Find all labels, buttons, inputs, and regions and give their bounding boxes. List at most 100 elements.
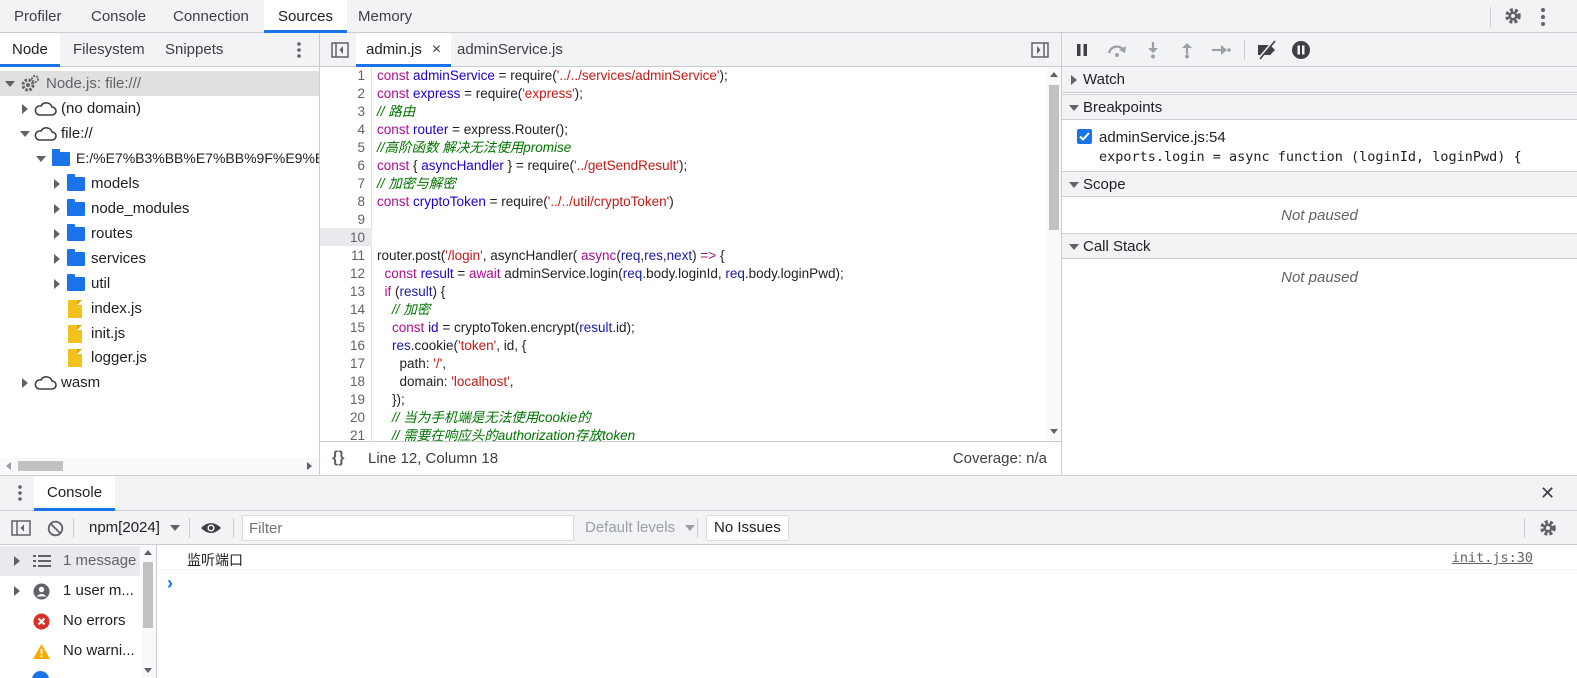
code-line[interactable]: const adminService = require('../../serv… [377,67,728,85]
scroll-right-icon[interactable] [307,462,312,470]
sidebar-item-errors[interactable]: No errors [0,606,140,636]
tab-snippets[interactable]: Snippets [153,33,235,67]
tab-sources[interactable]: Sources [264,0,348,33]
line-number[interactable]: 12 [350,265,365,283]
code-line[interactable]: const { asyncHandler } = require('../get… [377,157,687,175]
code-line[interactable]: const router = express.Router(); [377,121,568,139]
toggle-debugger-icon[interactable] [1031,42,1049,58]
step-into-icon[interactable] [1146,41,1160,59]
scroll-down-icon[interactable] [1050,429,1058,434]
console-output[interactable]: 监听端口 init.js:30 › [157,545,1577,678]
context-selector[interactable]: npm[2024] [89,519,181,536]
line-number[interactable]: 13 [350,283,365,301]
line-number[interactable]: 11 [351,247,365,265]
code-line[interactable]: const cryptoToken = require('../../util/… [377,193,674,211]
line-number[interactable]: 21 [350,427,365,441]
tab-filesystem[interactable]: Filesystem [61,33,157,67]
console-settings-gear-icon[interactable] [1538,518,1558,538]
scroll-up-icon[interactable] [144,550,152,555]
console-message-source-link[interactable]: init.js:30 [1452,550,1533,566]
editor-vertical-scrollbar[interactable] [1047,67,1061,441]
tree-item-index-js[interactable]: index.js [0,296,319,321]
line-number[interactable]: 5 [357,139,365,157]
tree-item-node-root[interactable]: Node.js: file:/// [0,71,319,96]
tab-admin-service-js[interactable]: adminService.js [457,33,563,67]
watch-section-header[interactable]: Watch [1062,67,1577,93]
line-number[interactable]: 3 [357,103,365,121]
breakpoints-section-header[interactable]: Breakpoints [1062,94,1577,120]
tree-item-util[interactable]: util [0,271,319,296]
scrollbar-thumb[interactable] [1049,85,1059,230]
tab-node[interactable]: Node [0,33,60,67]
scrollbar-thumb[interactable] [18,461,63,471]
console-message[interactable]: 监听端口 init.js:30 [157,545,1577,570]
code-area[interactable]: 1 2 3 4 5 6 7 8 9 10 11 12 13 14 15 16 17 18 19 20 21 const … [320,67,1047,441]
console-sidebar-scrollbar[interactable] [141,545,156,678]
code-line[interactable]: domain: 'localhost', [377,373,514,391]
tab-memory[interactable]: Memory [344,0,426,33]
toggle-sidebar-icon[interactable] [11,520,31,536]
tree-item-project-folder[interactable]: E:/%E7%B3%BB%E7%BB%9F%E9%BB [0,146,319,171]
line-number[interactable]: 8 [357,193,365,211]
sidebar-item-messages[interactable]: 1 message [0,546,140,576]
scrollbar-thumb[interactable] [143,562,153,628]
pretty-print-icon[interactable]: {} [332,449,344,467]
code-line[interactable]: const result = await adminService.login(… [377,265,844,283]
tree-item-file-scheme[interactable]: file:// [0,121,319,146]
tree-item-logger-js[interactable]: logger.js [0,345,319,370]
code-line[interactable]: res.cookie('token', id, { [377,337,526,355]
line-number[interactable]: 9 [357,211,365,229]
settings-gear-icon[interactable] [1503,6,1523,26]
line-number[interactable]: 4 [357,121,365,139]
drawer-menu-icon[interactable] [17,484,23,502]
line-number[interactable]: 19 [350,391,365,409]
call-stack-section-header[interactable]: Call Stack [1062,233,1577,259]
tree-item-models[interactable]: models [0,171,319,196]
code-line[interactable]: // 加密 [377,301,430,319]
issues-button[interactable]: No Issues [706,515,789,541]
toggle-navigator-icon[interactable] [331,42,349,58]
breakpoint-checkbox[interactable] [1077,129,1092,144]
sidebar-item-user-messages[interactable]: 1 user m... [0,576,140,606]
line-number[interactable]: 16 [350,337,365,355]
tab-admin-js[interactable]: admin.js × [356,33,452,67]
tree-item-no-domain[interactable]: (no domain) [0,96,319,121]
code-line[interactable]: // 当为手机端是无法使用cookie的 [377,409,591,427]
tab-console[interactable]: Console [77,0,160,33]
close-drawer-icon[interactable]: ✕ [1540,483,1555,504]
tree-item-init-js[interactable]: init.js [0,321,319,346]
step-out-icon[interactable] [1180,41,1194,59]
tab-profiler[interactable]: Profiler [0,0,76,33]
code-line[interactable]: const id = cryptoToken.encrypt(result.id… [377,319,635,337]
scroll-up-icon[interactable] [1050,72,1058,77]
tree-item-node-modules[interactable]: node_modules [0,196,319,221]
coverage-status[interactable]: Coverage: n/a [953,450,1047,467]
tree-item-routes[interactable]: routes [0,221,319,246]
step-over-icon[interactable] [1106,42,1128,58]
step-icon[interactable] [1211,42,1231,58]
line-number[interactable]: 14 [350,301,365,319]
line-number[interactable]: 10 [350,229,365,247]
code-line[interactable]: if (result) { [377,283,446,301]
more-options-icon[interactable] [1540,7,1546,27]
line-number[interactable]: 17 [350,355,365,373]
code-line[interactable]: // 路由 [377,103,415,121]
tree-item-services[interactable]: services [0,246,319,271]
tree-item-wasm[interactable]: wasm [0,370,319,395]
log-levels-dropdown[interactable]: Default levels [585,519,696,536]
code-line[interactable]: const express = require('express'); [377,85,583,103]
navigator-more-icon[interactable] [296,41,302,59]
code-line[interactable]: //高阶函数 解决无法使用promise [377,139,571,157]
clear-console-icon[interactable] [47,520,64,537]
line-number[interactable]: 18 [350,373,365,391]
deactivate-breakpoints-icon[interactable] [1255,40,1279,60]
navigator-horizontal-scrollbar[interactable] [0,458,319,474]
console-filter-input[interactable] [242,515,574,541]
line-number[interactable]: 6 [357,157,365,175]
code-line[interactable]: // 加密与解密 [377,175,456,193]
line-number[interactable]: 15 [350,319,365,337]
tab-connection[interactable]: Connection [159,0,263,33]
close-tab-icon[interactable]: × [432,41,441,58]
code-line[interactable]: // 需要在响应头的authorization存放token [377,427,635,441]
line-number-gutter[interactable]: 1 2 3 4 5 6 7 8 9 10 11 12 13 14 15 16 17 18 19 20 21 [320,67,372,441]
